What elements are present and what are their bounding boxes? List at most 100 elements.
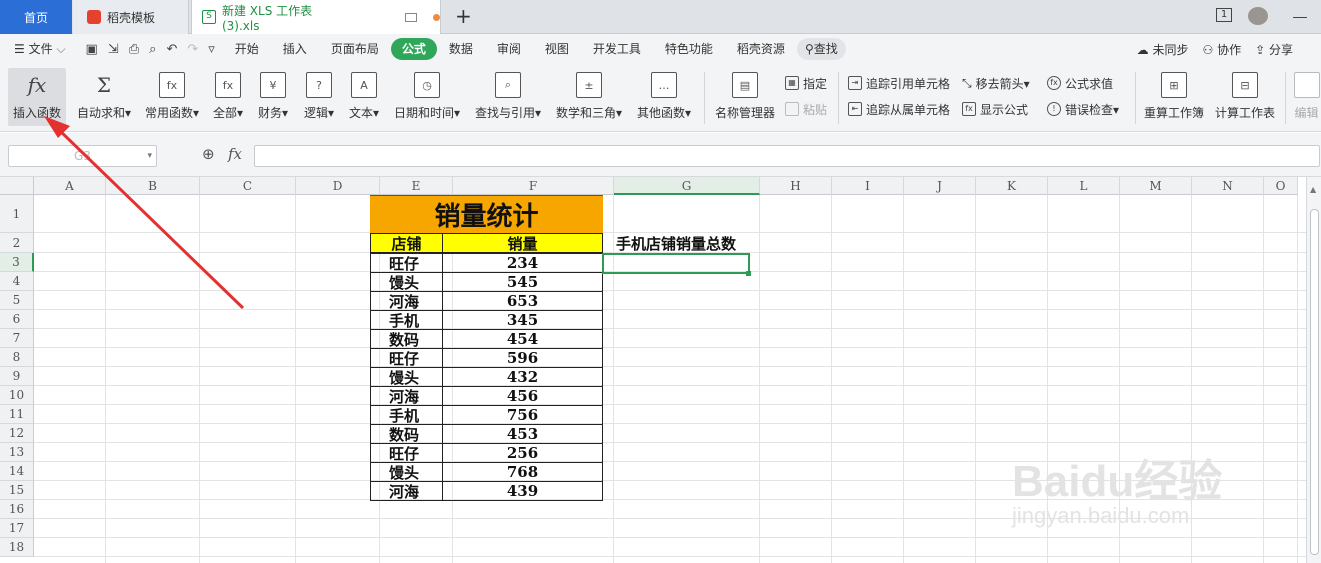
row-header-18[interactable]: 18	[0, 538, 34, 557]
calc-sheet-button[interactable]: ⊟ 计算工作表	[1213, 68, 1277, 126]
menu-docer-resources[interactable]: 稻壳资源	[725, 38, 797, 60]
new-tab-button[interactable]: +	[455, 4, 472, 28]
store-cell[interactable]: 馒头	[370, 272, 443, 292]
sales-cell[interactable]: 545	[442, 272, 603, 292]
store-cell[interactable]: 馒头	[370, 462, 443, 482]
sales-cell[interactable]: 439	[442, 481, 603, 501]
column-header-E[interactable]: E	[380, 177, 453, 195]
menu-features[interactable]: 特色功能	[653, 38, 725, 60]
minimize-icon[interactable]	[1293, 17, 1307, 18]
header-store-cell[interactable]: 店铺	[370, 233, 443, 253]
store-cell[interactable]: 旺仔	[370, 253, 443, 273]
vertical-scrollbar[interactable]: ▲	[1306, 177, 1321, 563]
row-header-9[interactable]: 9	[0, 367, 34, 386]
row-header-5[interactable]: 5	[0, 291, 34, 310]
sales-cell[interactable]: 756	[442, 405, 603, 425]
menu-review[interactable]: 审阅	[485, 38, 533, 60]
print-preview-icon[interactable]: ⌕	[149, 42, 156, 57]
row-header-14[interactable]: 14	[0, 462, 34, 481]
collab-button[interactable]: ⚇ 协作	[1202, 41, 1241, 58]
trace-precedents-button[interactable]: ⇥ 追踪引用单元格	[848, 74, 950, 92]
menu-formulas[interactable]: 公式	[390, 38, 437, 60]
sales-cell[interactable]: 596	[442, 348, 603, 368]
menu-view[interactable]: 视图	[533, 38, 581, 60]
row-header-8[interactable]: 8	[0, 348, 34, 367]
row-header-16[interactable]: 16	[0, 500, 34, 519]
magnifier-icon[interactable]: ⊕	[202, 145, 215, 163]
save-icon[interactable]: ▣	[86, 42, 98, 57]
financial-button[interactable]: ¥ 财务▾	[254, 68, 292, 126]
column-header-O[interactable]: O	[1264, 177, 1298, 195]
column-header-K[interactable]: K	[976, 177, 1048, 195]
insert-function-button[interactable]: fx 插入函数	[8, 68, 66, 126]
column-header-G[interactable]: G	[614, 177, 760, 195]
date-time-button[interactable]: ◷ 日期和时间▾	[391, 68, 463, 126]
assign-button[interactable]: ▦ 指定	[785, 74, 827, 92]
row-header-4[interactable]: 4	[0, 272, 34, 291]
name-box[interactable]: G3 ▾	[8, 145, 157, 167]
row-header-6[interactable]: 6	[0, 310, 34, 329]
lookup-reference-button[interactable]: ⌕ 查找与引用▾	[472, 68, 544, 126]
scroll-up-icon[interactable]: ▲	[1310, 185, 1316, 194]
column-header-M[interactable]: M	[1120, 177, 1192, 195]
file-menu[interactable]: ☰ 文件 ⌵	[0, 38, 78, 60]
window-count-badge[interactable]: 1	[1216, 8, 1232, 22]
store-cell[interactable]: 手机	[370, 310, 443, 330]
paste-name-button[interactable]: 粘贴	[785, 100, 827, 118]
column-header-A[interactable]: A	[34, 177, 106, 195]
sales-cell[interactable]: 453	[442, 424, 603, 444]
sales-cell[interactable]: 653	[442, 291, 603, 311]
column-header-L[interactable]: L	[1048, 177, 1120, 195]
show-formulas-button[interactable]: fx 显示公式	[962, 100, 1028, 118]
column-header-I[interactable]: I	[832, 177, 904, 195]
trace-dependents-button[interactable]: ⇤ 追踪从属单元格	[848, 100, 950, 118]
column-header-C[interactable]: C	[200, 177, 296, 195]
g2-label-cell[interactable]: 手机店铺销量总数	[603, 233, 749, 253]
menu-start[interactable]: 开始	[223, 38, 271, 60]
row-header-13[interactable]: 13	[0, 443, 34, 462]
more-icon[interactable]: ▿	[208, 42, 215, 57]
search-box[interactable]: ⚲查找	[796, 38, 846, 60]
fx-button[interactable]: fx	[228, 145, 242, 163]
header-sales-cell[interactable]: 销量	[442, 233, 603, 253]
store-cell[interactable]: 数码	[370, 329, 443, 349]
row-header-2[interactable]: 2	[0, 233, 34, 253]
sync-button[interactable]: ☁ 未同步	[1137, 41, 1189, 58]
monitor-icon[interactable]	[405, 12, 418, 22]
store-cell[interactable]: 旺仔	[370, 348, 443, 368]
row-header-10[interactable]: 10	[0, 386, 34, 405]
store-cell[interactable]: 河海	[370, 291, 443, 311]
column-header-H[interactable]: H	[760, 177, 832, 195]
sales-cell[interactable]: 345	[442, 310, 603, 330]
column-header-D[interactable]: D	[296, 177, 380, 195]
error-check-button[interactable]: ! 错误检查▾	[1047, 100, 1119, 118]
row-header-3[interactable]: 3	[0, 253, 34, 272]
menu-page-layout[interactable]: 页面布局	[319, 38, 391, 60]
store-cell[interactable]: 手机	[370, 405, 443, 425]
other-functions-button[interactable]: … 其他函数▾	[634, 68, 694, 126]
export-icon[interactable]: ⇲	[108, 42, 119, 57]
store-cell[interactable]: 数码	[370, 424, 443, 444]
edit-button[interactable]: 编辑	[1292, 68, 1321, 126]
column-header-B[interactable]: B	[106, 177, 200, 195]
share-button[interactable]: ⇪ 分享	[1255, 41, 1293, 58]
row-header-7[interactable]: 7	[0, 329, 34, 348]
sales-cell[interactable]: 234	[442, 253, 603, 273]
common-functions-button[interactable]: fx 常用函数▾	[142, 68, 202, 126]
sales-cell[interactable]: 454	[442, 329, 603, 349]
title-cell[interactable]: 销量统计	[370, 195, 603, 233]
store-cell[interactable]: 河海	[370, 386, 443, 406]
tab-home[interactable]: 首页	[0, 0, 72, 34]
all-functions-button[interactable]: fx 全部▾	[210, 68, 246, 126]
row-header-1[interactable]: 1	[0, 195, 34, 233]
logical-button[interactable]: ? 逻辑▾	[300, 68, 338, 126]
scrollbar-thumb[interactable]	[1310, 209, 1319, 555]
print-icon[interactable]: ⎙	[129, 42, 139, 57]
evaluate-formula-button[interactable]: fx 公式求值	[1047, 74, 1113, 92]
recalc-workbook-button[interactable]: ⊞ 重算工作簿	[1142, 68, 1206, 126]
formula-input[interactable]	[254, 145, 1320, 167]
store-cell[interactable]: 河海	[370, 481, 443, 501]
tab-active-file[interactable]: S 新建 XLS 工作表 (3).xls	[191, 0, 441, 34]
row-header-15[interactable]: 15	[0, 481, 34, 500]
selected-cell-g3[interactable]	[602, 253, 750, 274]
